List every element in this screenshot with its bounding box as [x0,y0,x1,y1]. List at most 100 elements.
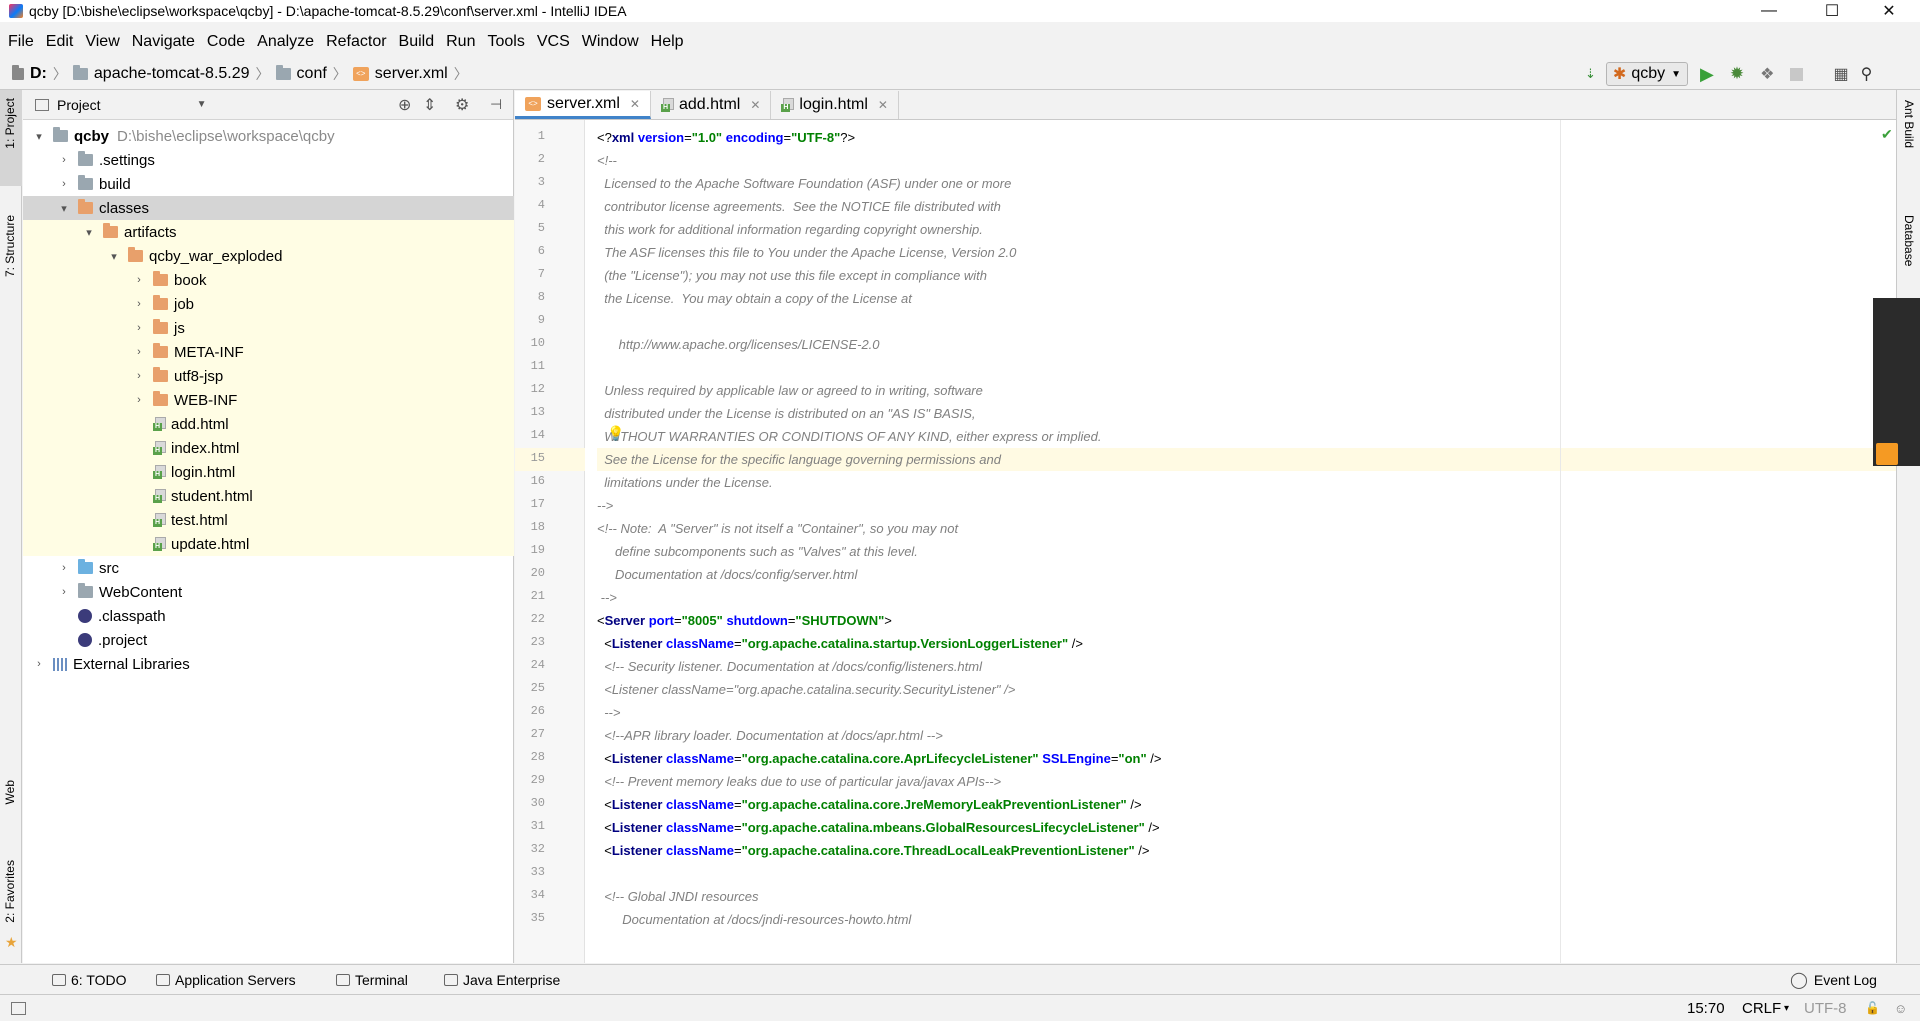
file-encoding[interactable]: UTF-8 [1804,1000,1847,1017]
structure-tool-button[interactable]: 7: Structure [3,215,17,277]
ant-build-tool-button[interactable]: Ant Build [1902,100,1916,148]
user-avatar-icon[interactable] [1876,443,1898,465]
breadcrumb-server-xml[interactable]: <> server.xml 〉 [352,64,468,84]
tree-item[interactable]: ▾ qcby_war_exploded [23,244,514,268]
chevron-right-icon[interactable]: › [133,274,145,286]
tree-item[interactable]: › WEB-INF [23,388,514,412]
menu-tools[interactable]: Tools [487,33,524,51]
menu-analyze[interactable]: Analyze [257,33,314,51]
collapse-all-icon[interactable]: ⇕ [423,95,436,115]
tree-item[interactable]: › WebContent [23,580,514,604]
menu-build[interactable]: Build [399,33,435,51]
tree-item[interactable]: update.html [23,532,514,556]
tree-item[interactable]: › META-INF [23,340,514,364]
tree-item[interactable]: index.html [23,436,514,460]
locate-icon[interactable]: ⊕ [398,95,411,115]
search-icon[interactable]: ⚲ [1861,64,1873,84]
close-button[interactable]: ✕ [1866,0,1912,22]
lightbulb-icon[interactable]: 💡 [607,425,624,442]
chevron-right-icon[interactable]: › [58,154,70,166]
breadcrumb-tomcat[interactable]: apache-tomcat-8.5.29 〉 [72,64,270,84]
tree-item[interactable]: .classpath [23,604,514,628]
tree-item[interactable]: › js [23,316,514,340]
tree-item[interactable]: ▾ qcby D:\bishe\eclipse\workspace\qcby [23,124,514,148]
tree-item[interactable]: add.html [23,412,514,436]
chevron-down-icon[interactable]: ▾ [108,250,120,263]
tool-java-enterprise[interactable]: Java Enterprise [444,972,560,988]
tree-item[interactable]: › job [23,292,514,316]
menu-help[interactable]: Help [651,33,684,51]
menu-view[interactable]: View [85,33,119,51]
breadcrumb-conf[interactable]: conf 〉 [275,64,347,84]
tree-item[interactable]: › utf8-jsp [23,364,514,388]
run-icon[interactable]: ▶ [1700,64,1714,85]
breadcrumb-drive[interactable]: D: 〉 [12,64,67,84]
sort-icon[interactable]: ⇣ [1585,66,1596,82]
tool-6-todo[interactable]: 6: TODO [52,972,127,988]
project-structure-icon[interactable]: ▦ [1833,64,1848,84]
chevron-right-icon[interactable]: › [133,394,145,406]
tree-item[interactable]: › book [23,268,514,292]
menu-edit[interactable]: Edit [46,33,74,51]
chevron-down-icon[interactable]: ▾ [58,202,70,215]
tree-item[interactable]: › External Libraries [23,652,514,676]
tab-server-xml[interactable]: <> server.xml ✕ [515,91,651,119]
chevron-down-icon[interactable]: ▾ [33,130,45,143]
folder-icon [153,367,168,382]
menu-window[interactable]: Window [582,33,639,51]
menu-code[interactable]: Code [207,33,245,51]
close-tab-icon[interactable]: ✕ [630,97,640,111]
tree-item[interactable]: .project [23,628,514,652]
gear-icon[interactable]: ⚙ [455,95,469,115]
tree-item[interactable]: › build [23,172,514,196]
maximize-button[interactable]: ☐ [1809,0,1855,22]
chevron-right-icon[interactable]: › [133,298,145,310]
menu-refactor[interactable]: Refactor [326,33,386,51]
menu-navigate[interactable]: Navigate [132,33,195,51]
chevron-right-icon[interactable]: › [133,322,145,334]
tool-terminal[interactable]: Terminal [336,972,408,988]
menu-vcs[interactable]: VCS [537,33,570,51]
hide-panel-icon[interactable]: ⊣ [490,96,502,113]
tree-item[interactable]: login.html [23,460,514,484]
tab-add-html[interactable]: add.html ✕ [651,91,772,119]
chevron-right-icon[interactable]: › [133,370,145,382]
tab-login-html[interactable]: login.html ✕ [771,91,899,119]
code-view[interactable]: 1 <?xml version="1.0" encoding="UTF-8"?> 2… [515,120,1896,963]
database-tool-button[interactable]: Database [1902,215,1916,266]
chevron-right-icon[interactable]: › [133,346,145,358]
chevron-right-icon[interactable]: › [58,178,70,190]
close-tab-icon[interactable]: ✕ [750,98,760,112]
chevron-down-icon[interactable]: ▼ [197,99,207,110]
tree-item[interactable]: ▾ classes [23,196,514,220]
favorites-tool-button[interactable]: 2: Favorites [3,860,17,923]
tree-item[interactable]: student.html [23,484,514,508]
event-log-button[interactable]: ◯ Event Log [1790,970,1877,990]
chevron-right-icon[interactable]: › [58,586,70,598]
menu-file[interactable]: File [8,33,34,51]
menu-run[interactable]: Run [446,33,475,51]
breadcrumb-label: conf [296,64,327,82]
inspector-icon[interactable]: ☺ [1894,1001,1907,1016]
tree-item[interactable]: test.html [23,508,514,532]
chevron-down-icon[interactable]: ▾ [83,226,95,239]
lock-icon[interactable]: 🔓 [1865,1001,1880,1015]
web-tool-button[interactable]: Web [3,780,17,804]
minimize-button[interactable]: — [1746,0,1792,22]
project-tool-button[interactable]: 1: Project [3,98,17,149]
tree-item[interactable]: ▾ artifacts [23,220,514,244]
stop-icon[interactable] [1790,67,1804,81]
tree-item[interactable]: › .settings [23,148,514,172]
coverage-icon[interactable]: ❖ [1760,64,1774,84]
toggle-tool-windows-icon[interactable] [11,1001,26,1015]
project-panel-title[interactable]: Project [57,97,101,113]
run-config-select[interactable]: ✱ qcby ▼ [1605,62,1689,86]
close-tab-icon[interactable]: ✕ [878,98,888,112]
debug-icon[interactable]: ✹ [1730,64,1744,84]
chevron-right-icon[interactable]: › [58,562,70,574]
chevron-right-icon[interactable]: › [33,658,45,670]
tree-item[interactable]: › src [23,556,514,580]
tool-application-servers[interactable]: Application Servers [156,972,296,988]
caret-position[interactable]: 15:70 [1687,1000,1725,1017]
line-separator[interactable]: CRLF [1742,1000,1781,1017]
